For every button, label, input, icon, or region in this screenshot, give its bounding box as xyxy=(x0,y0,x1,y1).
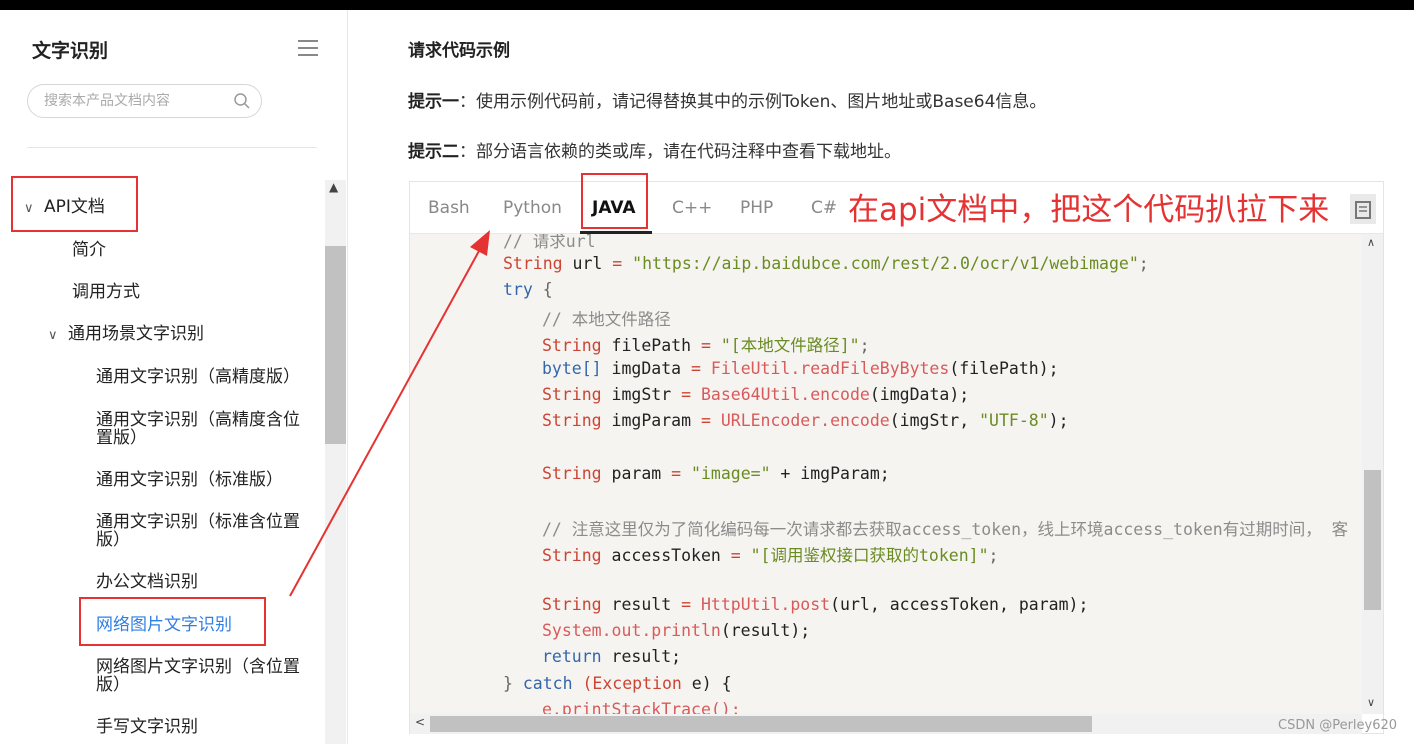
sidebar-title: 文字识别 xyxy=(32,40,109,62)
tab-php[interactable]: PHP xyxy=(740,198,773,218)
tip-one-label: 提示一 xyxy=(408,92,459,112)
scroll-down-icon[interactable]: ∨ xyxy=(1367,696,1375,709)
annotation-box-api-docs xyxy=(11,176,138,232)
tab-python[interactable]: Python xyxy=(503,198,562,218)
annotation-text: 在api文档中，把这个代码扒拉下来 xyxy=(848,192,1330,228)
tip-two-label: 提示二 xyxy=(408,142,459,162)
code-line: String imgParam = URLEncoder.encode(imgS… xyxy=(542,411,1069,430)
code-line: byte[] imgData = FileUtil.readFileByByte… xyxy=(542,359,1059,378)
watermark: CSDN @Perley620 xyxy=(1278,718,1398,733)
code-horizontal-scrollbar[interactable]: < xyxy=(410,714,1362,734)
code-line: String param = "image=" + imgParam; xyxy=(542,464,890,483)
tree-item-intro[interactable]: 简介 xyxy=(72,241,106,260)
main-content: 请求代码示例 提示一：使用示例代码前，请记得替换其中的示例Token、图片地址或… xyxy=(348,10,1414,744)
code-line: String result = HttpUtil.post(url, acces… xyxy=(542,595,1089,614)
tree-item-accurate-location-cont[interactable]: 置版） xyxy=(96,429,147,448)
code-line: System.out.println(result); xyxy=(542,621,811,640)
code-line: // 本地文件路径 xyxy=(542,310,671,329)
code-line: // 请求url xyxy=(503,234,596,251)
tab-bash[interactable]: Bash xyxy=(428,198,470,218)
code-line: String accessToken = "[调用鉴权接口获取的token]"; xyxy=(542,546,999,565)
section-title: 请求代码示例 xyxy=(408,41,510,61)
tip-one-text: ：使用示例代码前，请记得替换其中的示例Token、图片地址或Base64信息。 xyxy=(459,92,1047,112)
tree-item-accurate[interactable]: 通用文字识别（高精度版） xyxy=(96,368,300,387)
sidebar-scroll-thumb[interactable] xyxy=(325,246,346,444)
code-line: } catch (Exception e) { xyxy=(503,674,732,693)
search-box[interactable] xyxy=(27,84,262,118)
code-hscroll-thumb[interactable] xyxy=(430,716,1092,732)
tree-item-basic[interactable]: 通用文字识别（标准版） xyxy=(96,471,283,490)
code-line: String url = "https://aip.baidubce.com/r… xyxy=(503,254,1149,273)
scroll-up-icon[interactable]: ▲ xyxy=(329,180,338,194)
nav-tree: ∨ API文档 简介 调用方式 ∨ 通用场景文字识别 通用文字识别（高精度版） 通用… xyxy=(0,180,325,744)
tree-item-call-method[interactable]: 调用方式 xyxy=(72,283,140,302)
tree-item-basic-location-cont[interactable]: 版） xyxy=(96,531,130,550)
code-block[interactable]: // 请求url String url = "https://aip.baidu… xyxy=(410,234,1362,714)
tree-item-label: 通用场景文字识别 xyxy=(68,324,204,344)
scroll-up-icon[interactable]: ∧ xyxy=(1367,236,1375,249)
search-icon[interactable] xyxy=(233,92,251,110)
hamburger-menu-icon[interactable] xyxy=(298,40,318,56)
tab-cpp[interactable]: C++ xyxy=(672,198,712,218)
code-line: e.printStackTrace(); xyxy=(542,700,741,714)
copy-icon[interactable] xyxy=(1350,194,1376,224)
tree-item-handwriting[interactable]: 手写文字识别 xyxy=(96,718,198,737)
code-line: try { xyxy=(503,280,553,299)
code-line: String imgStr = Base64Util.encode(imgDat… xyxy=(542,385,970,404)
code-line: return result; xyxy=(542,647,682,666)
tip-two: 提示二：部分语言依赖的类或库，请在代码注释中查看下载地址。 xyxy=(408,137,901,162)
annotation-box-java-tab xyxy=(581,173,648,229)
code-line: String filePath = "[本地文件路径]"; xyxy=(542,336,870,355)
tree-item-general-ocr[interactable]: ∨ 通用场景文字识别 xyxy=(48,325,204,345)
top-bar xyxy=(0,0,1414,10)
scroll-left-icon[interactable]: < xyxy=(415,715,425,729)
code-line: // 注意这里仅为了简化编码每一次请求都去获取access_token，线上环境… xyxy=(542,520,1349,539)
tree-item-office-doc[interactable]: 办公文档识别 xyxy=(96,573,198,592)
sidebar-divider xyxy=(27,147,317,148)
search-input[interactable] xyxy=(44,91,224,111)
chevron-down-icon: ∨ xyxy=(48,328,58,343)
tip-two-text: ：部分语言依赖的类或库，请在代码注释中查看下载地址。 xyxy=(459,142,901,162)
annotation-box-web-image xyxy=(79,597,266,646)
sidebar-scrollbar[interactable]: ▲ xyxy=(325,180,346,744)
code-vertical-scrollbar[interactable]: ∧ ∨ xyxy=(1362,234,1383,714)
code-panel: Bash Python JAVA C++ PHP C# // 请求url Str… xyxy=(409,181,1384,734)
tree-item-web-image-location-cont[interactable]: 版） xyxy=(96,676,130,695)
code-vscroll-thumb[interactable] xyxy=(1364,470,1381,610)
tip-one: 提示一：使用示例代码前，请记得替换其中的示例Token、图片地址或Base64信… xyxy=(408,87,1046,112)
tab-csharp[interactable]: C# xyxy=(811,198,837,218)
